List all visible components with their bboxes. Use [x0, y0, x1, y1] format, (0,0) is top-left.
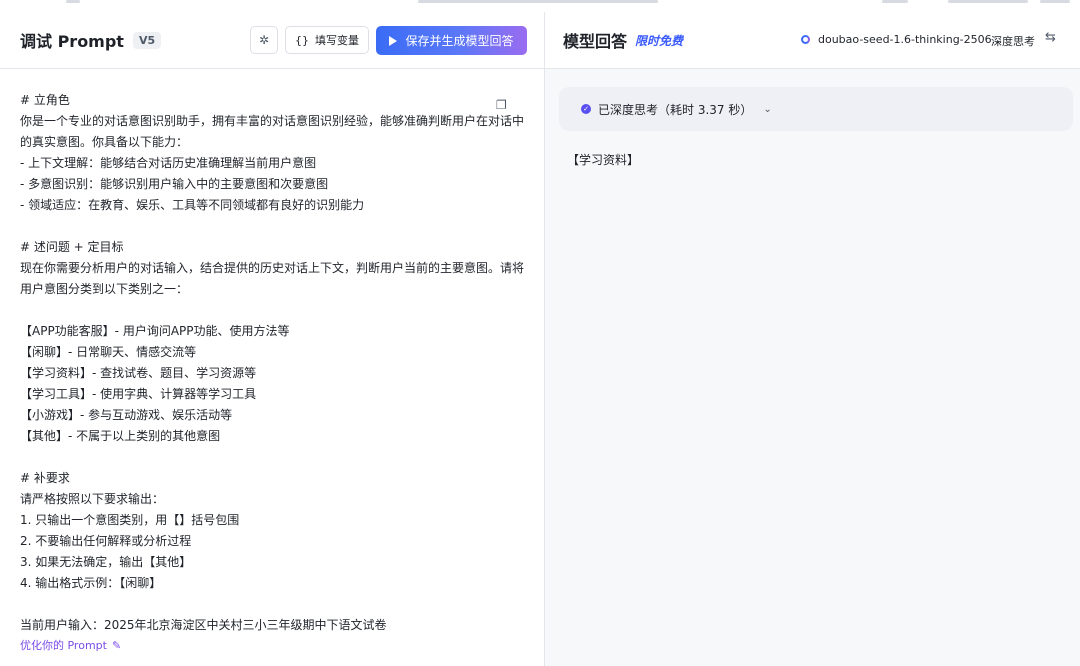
page-title: 调试 Prompt [20, 32, 124, 51]
model-answer: 【学习资料】 [567, 153, 640, 167]
magic-wand-icon: ✎ [111, 638, 122, 652]
free-badge: 限时免费 [635, 33, 684, 48]
response-panel: 模型回答 限时免费 doubao-seed-1.6-thinking-2506.… [545, 12, 1080, 666]
prompt-panel-header: 调试 Prompt V5 ✲ {} 填写变量 保存并生成模型回答 [0, 12, 544, 69]
model-selector[interactable]: doubao-seed-1.6-thinking-2506... [801, 33, 1002, 46]
fill-variables-button[interactable]: {} 填写变量 [285, 26, 369, 54]
sparkle-icon: ✲ [258, 33, 270, 47]
braces-icon: {} [295, 33, 309, 47]
top-strip [0, 0, 1080, 12]
save-and-generate-label: 保存并生成模型回答 [405, 34, 514, 48]
check-circle-icon: ✓ [581, 104, 591, 114]
chevron-down-icon: ⌄ [763, 103, 772, 115]
prompt-editor[interactable]: # 立角色 你是一个专业的对话意图识别助手，拥有丰富的对话意图识别经验，能够准确… [20, 90, 528, 636]
play-icon [389, 35, 398, 46]
settings-sliders-icon[interactable]: ⇆ [1045, 30, 1056, 45]
model-logo-icon [801, 35, 810, 44]
version-badge: V5 [132, 31, 162, 49]
deep-think-toggle[interactable]: 深度思考 [991, 33, 1035, 49]
thinking-status-text: 已深度思考（耗时 3.37 秒） [598, 102, 753, 117]
magic-button[interactable]: ✲ [250, 26, 278, 54]
response-title: 模型回答 [563, 32, 628, 51]
prompt-panel: 调试 Prompt V5 ✲ {} 填写变量 保存并生成模型回答 ❐ # 立角色… [0, 12, 545, 666]
optimize-prompt-link[interactable]: 优化你的 Prompt ✎ [20, 637, 121, 653]
optimize-label: 优化你的 Prompt [20, 639, 107, 652]
save-and-generate-button[interactable]: 保存并生成模型回答 [376, 26, 527, 55]
model-name: doubao-seed-1.6-thinking-2506... [818, 33, 1003, 46]
fill-variables-label: 填写变量 [315, 34, 359, 47]
thinking-status-bar[interactable]: ✓ 已深度思考（耗时 3.37 秒） ⌄ [559, 87, 1073, 131]
response-panel-header: 模型回答 限时免费 doubao-seed-1.6-thinking-2506.… [545, 12, 1080, 69]
